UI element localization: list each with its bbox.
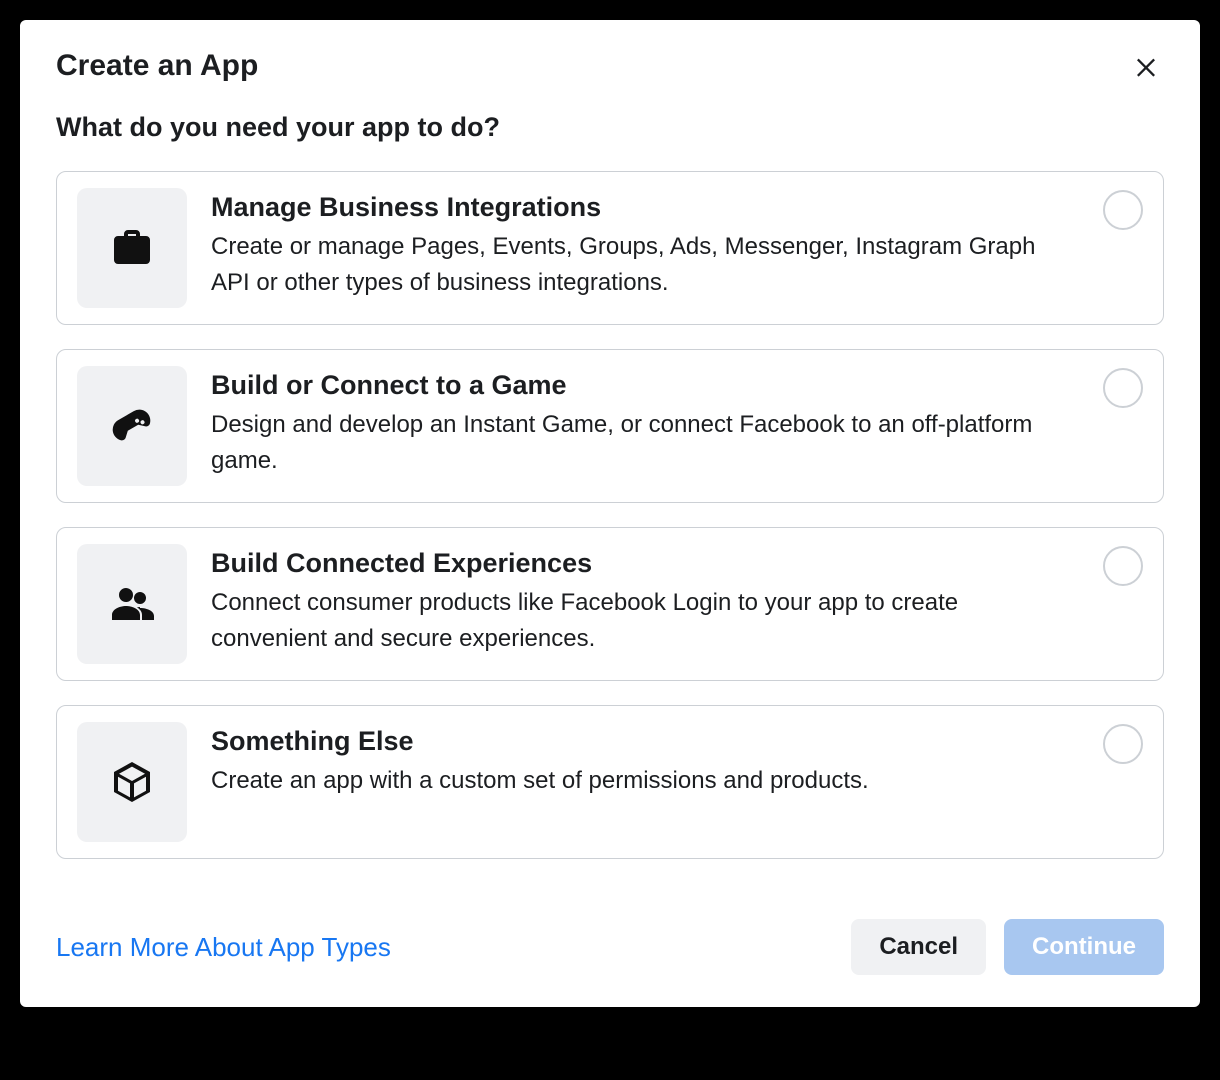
- cancel-button[interactable]: Cancel: [851, 919, 986, 975]
- option-connected-experiences[interactable]: Build Connected Experiences Connect cons…: [56, 527, 1164, 681]
- radio-button[interactable]: [1103, 724, 1143, 764]
- people-icon: [77, 544, 187, 664]
- radio-button[interactable]: [1103, 190, 1143, 230]
- option-title: Something Else: [211, 726, 1079, 757]
- close-button[interactable]: [1128, 48, 1164, 84]
- option-title: Build Connected Experiences: [211, 548, 1079, 579]
- app-type-options: Manage Business Integrations Create or m…: [56, 171, 1164, 859]
- option-manage-business[interactable]: Manage Business Integrations Create or m…: [56, 171, 1164, 325]
- briefcase-icon: [77, 188, 187, 308]
- continue-button[interactable]: Continue: [1004, 919, 1164, 975]
- option-text: Build or Connect to a Game Design and de…: [211, 366, 1079, 479]
- radio-button[interactable]: [1103, 368, 1143, 408]
- option-something-else[interactable]: Something Else Create an app with a cust…: [56, 705, 1164, 859]
- dialog-subtitle: What do you need your app to do?: [56, 112, 1164, 143]
- radio-button[interactable]: [1103, 546, 1143, 586]
- option-desc: Create or manage Pages, Events, Groups, …: [211, 229, 1079, 301]
- option-build-game[interactable]: Build or Connect to a Game Design and de…: [56, 349, 1164, 503]
- option-text: Something Else Create an app with a cust…: [211, 722, 1079, 799]
- option-desc: Create an app with a custom set of permi…: [211, 763, 1079, 799]
- option-text: Build Connected Experiences Connect cons…: [211, 544, 1079, 657]
- option-desc: Design and develop an Instant Game, or c…: [211, 407, 1079, 479]
- create-app-dialog: Create an App What do you need your app …: [20, 20, 1200, 1007]
- cube-icon: [77, 722, 187, 842]
- footer-buttons: Cancel Continue: [851, 919, 1164, 975]
- option-title: Manage Business Integrations: [211, 192, 1079, 223]
- learn-more-link[interactable]: Learn More About App Types: [56, 932, 391, 963]
- dialog-header: Create an App: [56, 48, 1164, 84]
- option-title: Build or Connect to a Game: [211, 370, 1079, 401]
- option-text: Manage Business Integrations Create or m…: [211, 188, 1079, 301]
- close-icon: [1132, 52, 1160, 80]
- dialog-footer: Learn More About App Types Cancel Contin…: [56, 919, 1164, 975]
- gamepad-icon: [77, 366, 187, 486]
- option-desc: Connect consumer products like Facebook …: [211, 585, 1079, 657]
- dialog-title: Create an App: [56, 49, 258, 83]
